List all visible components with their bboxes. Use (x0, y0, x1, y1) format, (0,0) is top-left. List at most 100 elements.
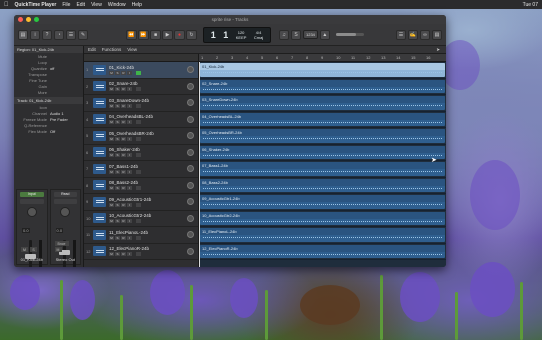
mute-button[interactable]: M (109, 252, 114, 257)
menu-app-name[interactable]: QuickTime Player (15, 2, 57, 8)
menu-window[interactable]: Window (108, 2, 126, 8)
track-volume-slider[interactable] (136, 235, 141, 240)
record-enable-button[interactable]: R (121, 70, 126, 75)
track-name[interactable]: 04_OverheadsBL-24b (109, 114, 196, 119)
mute-button[interactable]: M (109, 202, 114, 207)
track-volume-slider[interactable] (136, 202, 141, 207)
input-monitor-button[interactable]: I (127, 252, 132, 257)
rewind-icon[interactable]: ⏪ (126, 29, 137, 40)
functions-menu[interactable]: Functions (102, 47, 122, 52)
track-header[interactable]: 12 12_ElecPianoR-24b M S R I (84, 244, 198, 260)
solo-button[interactable]: S (115, 186, 120, 191)
edit-menu[interactable]: Edit (88, 47, 96, 52)
track-header[interactable]: 4 04_OverheadsBL-24b M S R I (84, 112, 198, 128)
mute-button[interactable]: M (109, 120, 114, 125)
solo-button[interactable]: S (115, 136, 120, 141)
pan-knob[interactable] (187, 247, 194, 255)
count-in-button[interactable]: 1234 (303, 30, 318, 39)
track-volume-slider[interactable] (136, 70, 141, 75)
input-monitor-button[interactable]: I (127, 70, 132, 75)
editors-icon[interactable]: ✎ (78, 29, 88, 40)
menu-clock[interactable]: Tue 07 (523, 2, 538, 8)
track-volume-slider[interactable] (136, 120, 141, 125)
audio-region[interactable]: 12_ElecPianoR-24b (200, 244, 445, 258)
record-enable-button[interactable]: R (121, 103, 126, 108)
waveform-icon[interactable] (93, 163, 106, 174)
track-lane[interactable]: 01_Kick-24b (199, 62, 446, 79)
audio-region[interactable]: 04_OverheadsBL-24b (200, 112, 445, 126)
audio-region[interactable]: 02_Snare-24b (200, 79, 445, 93)
loop-browser-icon[interactable]: ∞ (420, 29, 430, 40)
track-name[interactable]: 11_ElecPianoL-24b (109, 230, 196, 235)
eq-slot[interactable] (20, 199, 44, 204)
track-name[interactable]: 03_SnareDown-24b (109, 98, 196, 103)
record-enable-button[interactable]: R (121, 219, 126, 224)
pan-knob[interactable] (187, 214, 194, 222)
pan-knob[interactable] (26, 207, 37, 217)
forward-icon[interactable]: ⏩ (138, 29, 149, 40)
solo-button[interactable]: S (115, 235, 120, 240)
waveform-icon[interactable] (93, 180, 106, 191)
input-monitor-button[interactable]: I (127, 186, 132, 191)
record-enable-button[interactable]: R (121, 87, 126, 92)
playhead[interactable] (199, 62, 200, 267)
waveform-icon[interactable] (93, 213, 106, 224)
track-lane[interactable]: 03_SnareDown-24b (199, 95, 446, 112)
audio-region[interactable]: 03_SnareDown-24b (200, 96, 445, 110)
waveform-icon[interactable] (93, 196, 106, 207)
mute-button[interactable]: M (109, 186, 114, 191)
track-inspector-header[interactable]: Track: 01_Kick-24b (14, 97, 83, 104)
track-volume-slider[interactable] (136, 87, 141, 92)
input-slot[interactable]: Input (20, 192, 44, 197)
mute-button[interactable]: M (109, 136, 114, 141)
waveform-icon[interactable] (93, 97, 106, 108)
solo-button[interactable]: S (115, 169, 120, 174)
track-volume-slider[interactable] (136, 103, 141, 108)
audio-region[interactable]: 11_ElecPianoL-24b (200, 228, 445, 242)
mute-button[interactable]: M (109, 169, 114, 174)
record-enable-button[interactable]: R (121, 169, 126, 174)
track-lane[interactable]: 12_ElecPianoR-24b (199, 244, 446, 260)
inspector-row[interactable]: Flex Mode Off (14, 128, 83, 134)
ruler-scale[interactable]: 1 2 3 4 5 6 7 8 9 10 11 12 13 14 15 16 (199, 54, 446, 61)
track-header[interactable]: 11 11_ElecPianoL-24b M S R I (84, 227, 198, 244)
audio-region[interactable]: 05_OverheadsBR-24b (200, 129, 445, 143)
audio-region[interactable]: 09_AcousticGtr1-24b (200, 195, 445, 209)
track-lane[interactable]: 09_AcousticGtr1-24b (199, 194, 446, 211)
track-header[interactable]: 7 07_Bass1-24b M S R I (84, 161, 198, 178)
tuner-icon[interactable]: ♫ (279, 29, 289, 40)
solo-button[interactable]: S (115, 70, 120, 75)
library-icon[interactable]: ▤ (18, 29, 28, 40)
mute-button[interactable]: M (109, 103, 114, 108)
track-volume-slider[interactable] (136, 136, 141, 141)
track-name[interactable]: 10_AcousticGtr2-24b (109, 213, 196, 218)
smart-controls-icon[interactable]: ◔ (54, 29, 64, 40)
pan-knob[interactable] (187, 115, 194, 123)
track-name[interactable]: 05_OverheadsBR-24b (109, 131, 196, 136)
track-header[interactable]: 6 06_Shaker-24b M S R I (84, 145, 198, 161)
track-lane[interactable]: 07_Bass1-24b (199, 161, 446, 178)
browsers-icon[interactable]: ▤ (432, 29, 442, 40)
solo-button[interactable]: S (30, 247, 37, 252)
menu-edit[interactable]: Edit (76, 2, 85, 8)
volume-fader[interactable] (25, 240, 36, 267)
help-icon[interactable]: ? (42, 29, 52, 40)
track-name[interactable]: 12_ElecPianoR-24b (109, 246, 196, 251)
waveform-icon[interactable] (93, 246, 106, 257)
track-lane[interactable]: 05_OverheadsBR-24b (199, 128, 446, 145)
play-icon[interactable]: ▶ (162, 29, 173, 40)
record-enable-button[interactable]: R (121, 120, 126, 125)
audio-region[interactable]: 08_Bass2-24b (200, 178, 445, 192)
track-lane[interactable]: 11_ElecPianoL-24b (199, 227, 446, 244)
audio-region[interactable]: 06_Shaker-24b (200, 145, 445, 159)
pan-knob[interactable] (187, 181, 194, 189)
track-lane[interactable]: 02_Snare-24b (199, 79, 446, 95)
input-monitor-button[interactable]: I (127, 120, 132, 125)
track-header[interactable]: 8 08_Bass2-24b M S R I (84, 178, 198, 194)
info-icon[interactable]: i (30, 29, 40, 40)
track-volume-slider[interactable] (136, 186, 141, 191)
record-icon[interactable]: ● (174, 29, 185, 40)
pointer-tool-icon[interactable]: ➤ (436, 47, 440, 53)
cycle-icon[interactable]: ↻ (186, 29, 197, 40)
metronome-icon[interactable]: ▲ (319, 29, 330, 40)
